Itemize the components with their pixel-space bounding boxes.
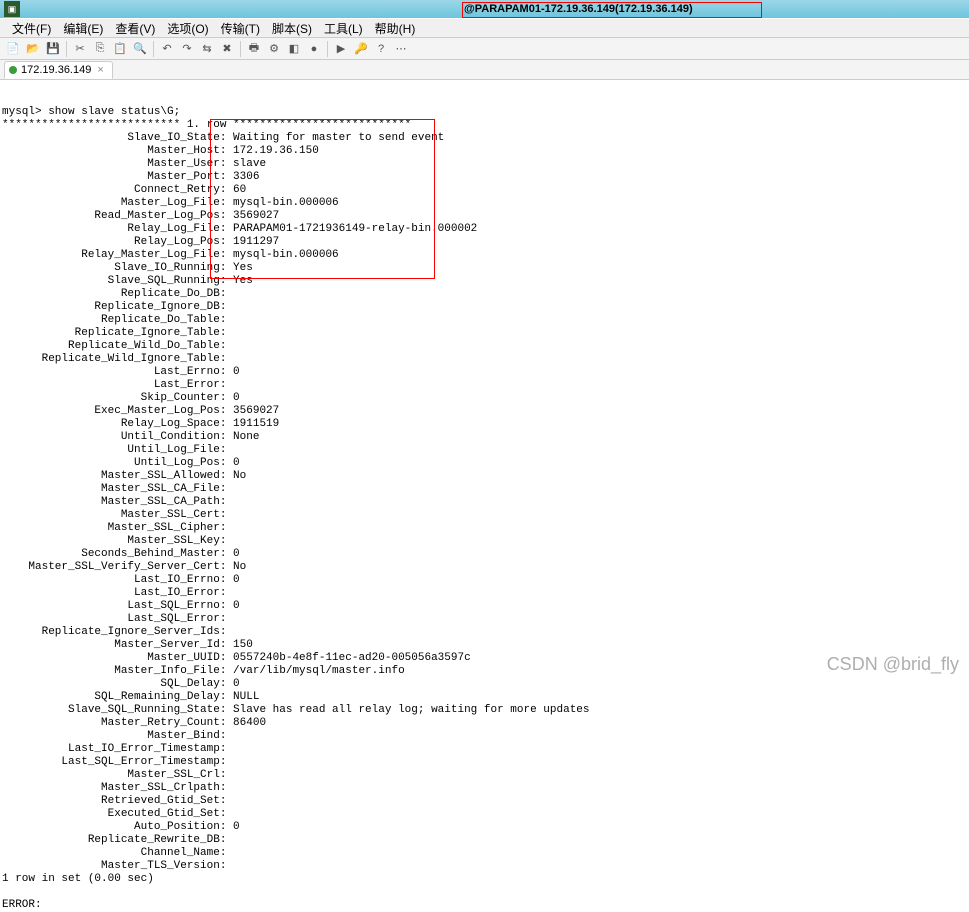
terminal-output[interactable]: mysql> show slave status\G; ************…: [0, 80, 969, 912]
toggle-icon[interactable]: ◧: [285, 40, 303, 58]
menu-bar[interactable]: 文件(F)编辑(E)查看(V)选项(O)传输(T)脚本(S)工具(L)帮助(H): [0, 18, 969, 38]
undo-icon[interactable]: ↶: [158, 40, 176, 58]
menu-item[interactable]: 编辑(E): [57, 18, 109, 39]
find-icon[interactable]: 🔍: [131, 40, 149, 58]
menu-item[interactable]: 帮助(H): [369, 18, 422, 39]
copy-icon[interactable]: ⎘: [91, 40, 109, 58]
help-icon[interactable]: ?: [372, 40, 390, 58]
terminal-text: mysql> show slave status\G; ************…: [2, 106, 967, 912]
save-icon[interactable]: 💾: [44, 40, 62, 58]
printer-setup-icon[interactable]: ⚙: [265, 40, 283, 58]
window-title: @PARAPAM01-172.19.36.149(172.19.36.149): [464, 3, 693, 15]
tab-bar: 172.19.36.149 ×: [0, 60, 969, 80]
toolbar-separator: [327, 41, 328, 57]
menu-item[interactable]: 脚本(S): [266, 18, 318, 39]
folder-new-icon[interactable]: 📄: [4, 40, 22, 58]
menu-item[interactable]: 传输(T): [215, 18, 266, 39]
key-icon[interactable]: 🔑: [352, 40, 370, 58]
tab-label: 172.19.36.149: [21, 64, 91, 76]
session-tab[interactable]: 172.19.36.149 ×: [4, 61, 113, 79]
menu-item[interactable]: 查看(V): [109, 18, 161, 39]
record-icon[interactable]: ●: [305, 40, 323, 58]
disconnect-icon[interactable]: ✖: [218, 40, 236, 58]
menu-item[interactable]: 文件(F): [6, 18, 57, 39]
toolbar[interactable]: 📄📂💾 ✂⎘📋🔍 ↶↷⇆✖ 🖶⚙◧● ▶🔑?⋯: [0, 38, 969, 60]
menu-item[interactable]: 工具(L): [318, 18, 369, 39]
toolbar-separator: [66, 41, 67, 57]
toolbar-separator: [153, 41, 154, 57]
connect-icon[interactable]: ⇆: [198, 40, 216, 58]
options-icon[interactable]: ⋯: [392, 40, 410, 58]
print-icon[interactable]: 🖶: [245, 40, 263, 58]
redo-icon[interactable]: ↷: [178, 40, 196, 58]
play-icon[interactable]: ▶: [332, 40, 350, 58]
folder-open-icon[interactable]: 📂: [24, 40, 42, 58]
menu-item[interactable]: 选项(O): [161, 18, 214, 39]
toolbar-separator: [240, 41, 241, 57]
close-icon[interactable]: ×: [97, 64, 103, 76]
title-bar: ▣ @PARAPAM01-172.19.36.149(172.19.36.149…: [0, 0, 969, 18]
paste-icon[interactable]: 📋: [111, 40, 129, 58]
connection-status-icon: [9, 66, 17, 74]
cut-icon[interactable]: ✂: [71, 40, 89, 58]
app-icon: ▣: [4, 1, 20, 17]
